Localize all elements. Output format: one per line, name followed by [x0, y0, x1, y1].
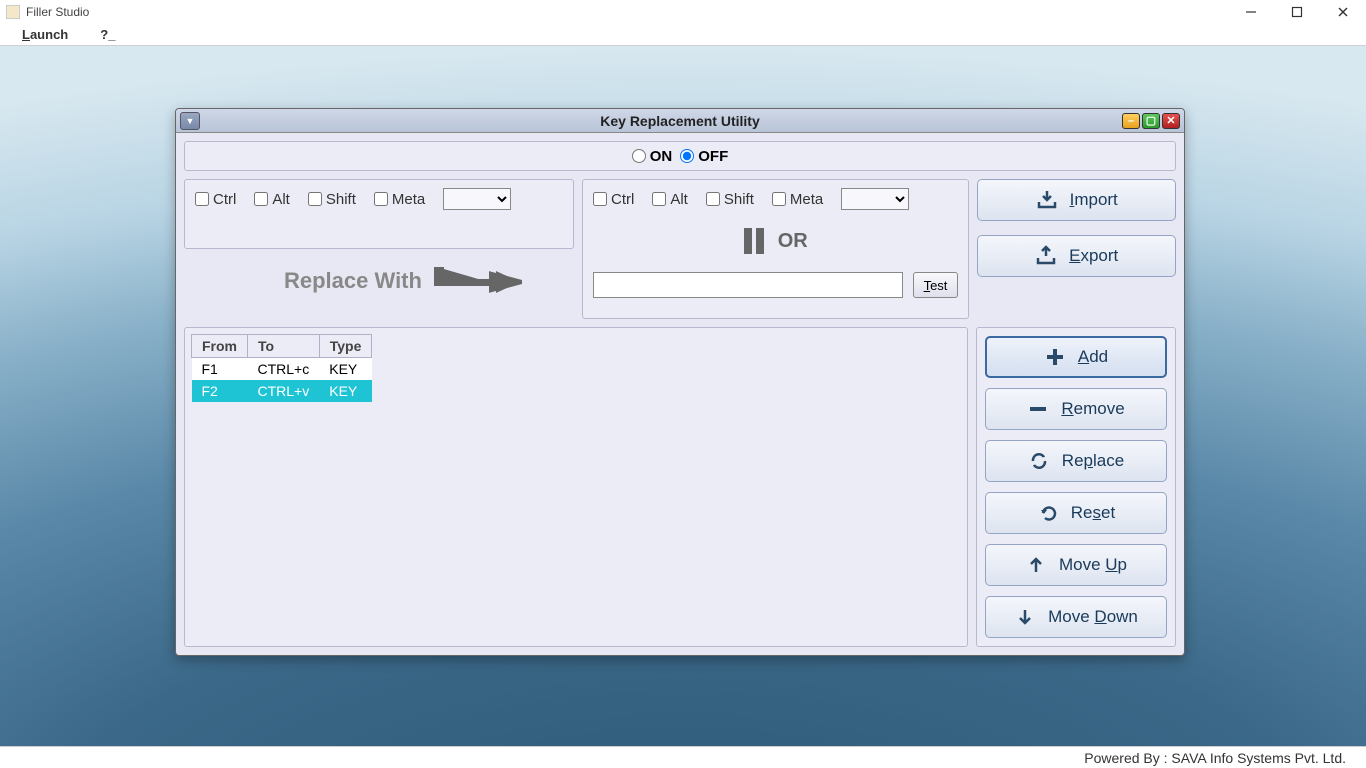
move-up-button[interactable]: Move Up	[985, 544, 1167, 586]
from-shift-checkbox[interactable]: Shift	[308, 191, 356, 208]
import-button[interactable]: Import	[977, 179, 1176, 221]
undo-icon	[1037, 502, 1059, 524]
minimize-button[interactable]	[1228, 0, 1274, 24]
refresh-icon	[1028, 450, 1050, 472]
table-row[interactable]: F2CTRL+vKEY	[192, 380, 372, 402]
from-meta-checkbox[interactable]: Meta	[374, 191, 425, 208]
on-off-panel: ON OFF	[184, 141, 1176, 171]
plus-icon	[1044, 346, 1066, 368]
menu-help[interactable]: ?_	[100, 27, 115, 42]
dialog-close-button[interactable]: ✕	[1162, 113, 1180, 129]
radio-on[interactable]: ON	[632, 148, 673, 165]
dialog-titlebar[interactable]: ▼ Key Replacement Utility – ▢ ✕	[176, 109, 1184, 133]
to-alt-checkbox[interactable]: Alt	[652, 191, 688, 208]
from-key-select[interactable]	[443, 188, 511, 210]
table-row[interactable]: F1CTRL+cKEY	[192, 358, 372, 381]
app-icon	[6, 5, 20, 19]
maximize-button[interactable]	[1274, 0, 1320, 24]
dialog-title: Key Replacement Utility	[176, 113, 1184, 129]
export-button[interactable]: Export	[977, 235, 1176, 277]
key-replacement-dialog: ▼ Key Replacement Utility – ▢ ✕ ON OFF C…	[175, 108, 1185, 656]
menubar: Launch ?_	[0, 24, 1366, 46]
desktop-area: ▼ Key Replacement Utility – ▢ ✕ ON OFF C…	[0, 46, 1366, 746]
footer-text: Powered By : SAVA Info Systems Pvt. Ltd.	[1084, 750, 1346, 766]
pause-icon	[744, 228, 764, 254]
status-bar: Powered By : SAVA Info Systems Pvt. Ltd.	[0, 746, 1366, 768]
from-modifiers-panel: Ctrl Alt Shift Meta	[184, 179, 574, 249]
dialog-minimize-button[interactable]: –	[1122, 113, 1140, 129]
col-type[interactable]: Type	[319, 335, 372, 358]
mappings-panel: From To Type F1CTRL+cKEYF2CTRL+vKEY	[184, 327, 968, 647]
replace-button[interactable]: Replace	[985, 440, 1167, 482]
dialog-menu-icon[interactable]: ▼	[180, 112, 200, 130]
window-title: Filler Studio	[26, 5, 89, 19]
close-button[interactable]	[1320, 0, 1366, 24]
col-to[interactable]: To	[248, 335, 320, 358]
dialog-maximize-button[interactable]: ▢	[1142, 113, 1160, 129]
test-input[interactable]	[593, 272, 903, 298]
import-icon	[1036, 189, 1058, 211]
move-down-button[interactable]: Move Down	[985, 596, 1167, 638]
add-button[interactable]: Add	[985, 336, 1167, 378]
to-meta-checkbox[interactable]: Meta	[772, 191, 823, 208]
from-ctrl-checkbox[interactable]: Ctrl	[195, 191, 236, 208]
test-button[interactable]: Test	[913, 272, 959, 298]
export-icon	[1035, 245, 1057, 267]
to-ctrl-checkbox[interactable]: Ctrl	[593, 191, 634, 208]
to-modifiers-panel: Ctrl Alt Shift Meta OR Test	[582, 179, 969, 319]
to-key-select[interactable]	[841, 188, 909, 210]
window-controls	[1228, 0, 1366, 24]
menu-launch[interactable]: Launch	[22, 27, 68, 42]
replace-with-label: Replace With	[284, 261, 574, 301]
mappings-table[interactable]: From To Type F1CTRL+cKEYF2CTRL+vKEY	[191, 334, 372, 402]
minus-icon	[1027, 398, 1049, 420]
to-shift-checkbox[interactable]: Shift	[706, 191, 754, 208]
window-titlebar: Filler Studio	[0, 0, 1366, 24]
arrow-down-icon	[1014, 606, 1036, 628]
from-alt-checkbox[interactable]: Alt	[254, 191, 290, 208]
remove-button[interactable]: Remove	[985, 388, 1167, 430]
arrow-right-icon	[432, 261, 522, 301]
or-separator: OR	[593, 228, 958, 254]
action-buttons-panel: Add Remove Replace Reset	[976, 327, 1176, 647]
radio-off[interactable]: OFF	[680, 148, 728, 165]
arrow-up-icon	[1025, 554, 1047, 576]
reset-button[interactable]: Reset	[985, 492, 1167, 534]
col-from[interactable]: From	[192, 335, 248, 358]
